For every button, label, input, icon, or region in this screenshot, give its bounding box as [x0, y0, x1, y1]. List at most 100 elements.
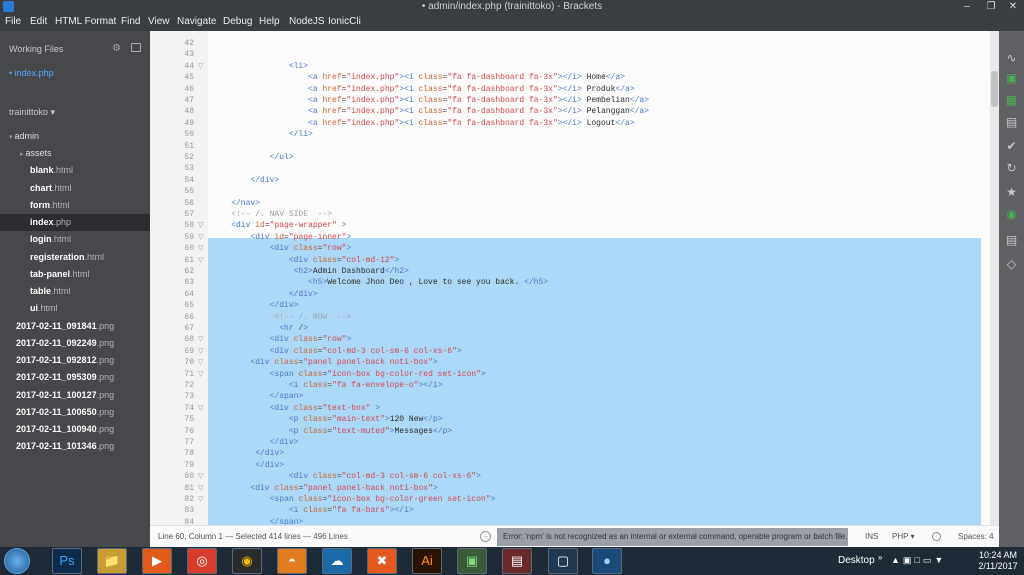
- code-line[interactable]: </li>: [212, 129, 313, 140]
- taskbar-app-icon[interactable]: Ps: [52, 548, 82, 574]
- menu-edit[interactable]: Edit: [30, 16, 47, 27]
- star-icon[interactable]: ★: [1003, 185, 1020, 200]
- code-editor[interactable]: <li> <a href="index.php"><i class="fa fa…: [208, 31, 990, 525]
- taskbar-app-icon[interactable]: Ai: [412, 548, 442, 574]
- taskbar-app-icon[interactable]: ✖: [367, 548, 397, 574]
- fold-toggle-icon[interactable]: ▽: [198, 61, 206, 72]
- code-line[interactable]: </span>: [212, 517, 304, 525]
- code-line[interactable]: <li>: [212, 61, 308, 72]
- extension-icon[interactable]: ▦: [1003, 93, 1020, 108]
- taskbar-app-icon[interactable]: ◓: [277, 548, 307, 574]
- fold-toggle-icon[interactable]: ▽: [198, 483, 206, 494]
- taskbar-app-icon[interactable]: ◎: [187, 548, 217, 574]
- code-line[interactable]: </div>: [212, 175, 279, 186]
- code-line[interactable]: <p class="text-muted">Messages</p>: [212, 426, 452, 437]
- code-line[interactable]: <h2>Admin Dashboard</h2>: [212, 266, 409, 277]
- fold-toggle-icon[interactable]: ▽: [198, 232, 206, 243]
- image-preview-icon[interactable]: ▤: [1003, 115, 1020, 130]
- tree-file[interactable]: tab-panel.html: [30, 266, 90, 283]
- project-dropdown[interactable]: trainittoko ▾: [9, 107, 55, 118]
- tree-file[interactable]: 2017-02-11_100127.png: [16, 387, 114, 404]
- lint-status-icon[interactable]: →: [480, 531, 491, 542]
- tree-file[interactable]: 2017-02-11_092249.png: [16, 335, 114, 352]
- code-line[interactable]: <!-- /. ROW -->: [212, 312, 351, 323]
- menu-ioniccli[interactable]: IonicCli: [328, 16, 361, 27]
- code-line[interactable]: </nav>: [212, 198, 260, 209]
- tree-file[interactable]: ui.html: [30, 300, 58, 317]
- tree-file[interactable]: 2017-02-11_095309.png: [16, 369, 114, 386]
- indent-setting[interactable]: Spaces: 4: [958, 532, 994, 541]
- tray-icons[interactable]: ▲▣□▭▼: [891, 555, 946, 566]
- menu-view[interactable]: View: [148, 16, 170, 27]
- fold-toggle-icon[interactable]: ▽: [198, 220, 206, 231]
- code-line[interactable]: <span class="icon-box bg-color-red set-i…: [212, 369, 486, 380]
- code-line[interactable]: <div class="text-box" >: [212, 403, 380, 414]
- code-line[interactable]: <i class="fa fa-envelope-o"></i>: [212, 380, 443, 391]
- close-icon[interactable]: ✕: [1002, 0, 1024, 14]
- tree-file[interactable]: table.html: [30, 283, 71, 300]
- live-preview-icon[interactable]: ∿: [1003, 51, 1020, 66]
- tree-folder[interactable]: ▾ admin: [9, 128, 39, 145]
- taskbar-app-icon[interactable]: ◉: [232, 548, 262, 574]
- code-line[interactable]: </div>: [212, 300, 299, 311]
- code-line[interactable]: <a href="index.php"><i class="fa fa-dash…: [212, 118, 635, 129]
- tree-file[interactable]: index.php: [0, 214, 150, 231]
- menu-nodejs[interactable]: NodeJS: [289, 16, 325, 27]
- menu-debug[interactable]: Debug: [223, 16, 252, 27]
- tree-file[interactable]: login.html: [30, 231, 71, 248]
- split-view-icon[interactable]: [131, 43, 141, 52]
- fold-toggle-icon[interactable]: ▽: [198, 494, 206, 505]
- code-line[interactable]: <div class="col-md-3 col-sm-6 col-xs-6">: [212, 346, 462, 357]
- fold-toggle-icon[interactable]: ▽: [198, 243, 206, 254]
- language-mode-dropdown[interactable]: PHP ▾: [892, 532, 915, 541]
- taskbar-app-icon[interactable]: ●: [592, 548, 622, 574]
- fold-toggle-icon[interactable]: ▽: [198, 255, 206, 266]
- clock[interactable]: 10:24 AM 2/11/2017: [968, 550, 1024, 572]
- fold-toggle-icon[interactable]: ▽: [198, 357, 206, 368]
- scrollbar-thumb[interactable]: [991, 71, 998, 107]
- fold-toggle-icon[interactable]: ▽: [198, 369, 206, 380]
- fold-toggle-icon[interactable]: ▽: [198, 346, 206, 357]
- code-line[interactable]: </div>: [212, 448, 284, 459]
- code-line[interactable]: <p class="main-text">120 New</p>: [212, 414, 443, 425]
- code-line[interactable]: </div>: [212, 289, 318, 300]
- desktop-toolbar[interactable]: Desktop: [838, 555, 875, 566]
- code-line[interactable]: <div class="col-md-12">: [212, 255, 399, 266]
- maximize-icon[interactable]: ❐: [980, 0, 1002, 14]
- code-line[interactable]: <a href="index.php"><i class="fa fa-dash…: [212, 106, 649, 117]
- database-icon[interactable]: ▤: [1003, 233, 1020, 248]
- start-button[interactable]: [4, 548, 30, 574]
- code-line[interactable]: </div>: [212, 460, 284, 471]
- code-line[interactable]: <a href="index.php"><i class="fa fa-dash…: [212, 72, 625, 83]
- taskbar-app-icon[interactable]: ▤: [502, 548, 532, 574]
- taskbar-app-icon[interactable]: ▣: [457, 548, 487, 574]
- code-line[interactable]: <i class="fa fa-bars"></i>: [212, 505, 414, 516]
- checkmark-icon[interactable]: ✔: [1003, 139, 1020, 154]
- minimize-icon[interactable]: –: [956, 0, 978, 14]
- git-icon[interactable]: ◉: [1003, 207, 1020, 222]
- fold-toggle-icon[interactable]: ▽: [198, 471, 206, 482]
- menu-find[interactable]: Find: [121, 16, 140, 27]
- tree-file[interactable]: registeration.html: [30, 249, 104, 266]
- working-file-index-php[interactable]: • index.php: [9, 68, 54, 78]
- taskbar-app-icon[interactable]: ☁: [322, 548, 352, 574]
- code-line[interactable]: <div class="col-md-3 col-sm-6 col-xs-6">: [212, 471, 481, 482]
- fold-toggle-icon[interactable]: ▽: [198, 334, 206, 345]
- code-line[interactable]: <h5>Welcome Jhon Deo , Love to see you b…: [212, 277, 548, 288]
- code-line[interactable]: <div id="page-wrapper" >: [212, 220, 346, 231]
- code-line[interactable]: <div class="panel panel-back noti-box">: [212, 483, 437, 494]
- taskbar-app-icon[interactable]: ▢: [548, 548, 578, 574]
- code-line[interactable]: <a href="index.php"><i class="fa fa-dash…: [212, 84, 635, 95]
- tree-file[interactable]: form.html: [30, 197, 70, 214]
- vertical-scrollbar[interactable]: [990, 31, 999, 525]
- sync-icon[interactable]: ↻: [1003, 161, 1020, 176]
- code-line[interactable]: <div class="panel panel-back noti-box">: [212, 357, 437, 368]
- code-line[interactable]: <a href="index.php"><i class="fa fa-dash…: [212, 95, 649, 106]
- layers-icon[interactable]: ◇: [1003, 257, 1020, 272]
- tray-expand-icon[interactable]: »: [878, 553, 882, 562]
- tree-file[interactable]: 2017-02-11_100940.png: [16, 421, 114, 438]
- tree-file[interactable]: blank.html: [30, 162, 73, 179]
- fold-toggle-icon[interactable]: ▽: [198, 403, 206, 414]
- menu-file[interactable]: File: [5, 16, 21, 27]
- code-line[interactable]: <div class="row">: [212, 243, 352, 254]
